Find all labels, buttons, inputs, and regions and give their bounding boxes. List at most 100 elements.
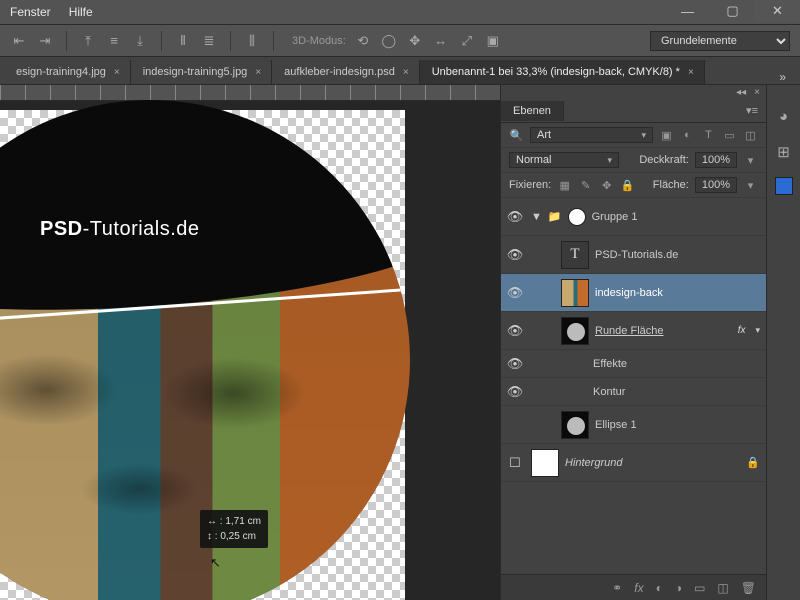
- layer-name[interactable]: Gruppe 1: [592, 211, 760, 223]
- align-vcenter-icon[interactable]: ≡: [105, 32, 123, 50]
- mask-thumb[interactable]: [568, 208, 586, 226]
- adjust-icon[interactable]: ◑: [675, 581, 682, 595]
- opacity-input[interactable]: 100%: [695, 152, 737, 168]
- ruler-horizontal: [0, 85, 500, 101]
- 3d-roll-icon[interactable]: ◯: [380, 32, 398, 50]
- maximize-button[interactable]: ▢: [710, 0, 755, 22]
- layer-name[interactable]: Hintergrund: [565, 457, 740, 469]
- layers-footer: ⚭ fx ◐ ◑ ▭ ◫ 🗑: [501, 574, 766, 600]
- panel-menu-icon[interactable]: ▾≡: [738, 104, 766, 117]
- panel-tab-ebenen[interactable]: Ebenen: [501, 101, 564, 121]
- close-icon[interactable]: ×: [688, 67, 694, 78]
- layers-panel: ◂◂ × Ebenen ▾≡ 🔍 Art ▣ ◐ T ▭ ◫ Normal Dec…: [500, 85, 766, 600]
- close-icon[interactable]: ×: [403, 67, 409, 78]
- chevron-down-icon[interactable]: ▾: [743, 178, 758, 193]
- lock-pixels-icon[interactable]: ✎: [578, 178, 593, 193]
- layer-thumb[interactable]: [561, 411, 589, 439]
- adjustments-icon[interactable]: ⊞: [773, 141, 795, 163]
- lock-all-icon[interactable]: 🔒: [620, 178, 635, 193]
- panel-close-icon[interactable]: ×: [754, 87, 760, 98]
- trash-icon[interactable]: 🗑: [741, 581, 756, 595]
- 3d-slide-icon[interactable]: ↔: [432, 32, 450, 50]
- fill-label: Fläche:: [653, 179, 689, 191]
- 3d-scale-icon[interactable]: ⤢: [458, 32, 476, 50]
- chevron-down-icon[interactable]: ▾: [743, 153, 758, 168]
- window-controls: — ▢ ✕: [665, 0, 800, 22]
- fx-icon[interactable]: fx: [634, 581, 643, 595]
- filter-text-icon[interactable]: T: [701, 128, 716, 143]
- filter-shape-icon[interactable]: ▭: [722, 128, 737, 143]
- layer-ellipse[interactable]: Ellipse 1: [501, 406, 766, 444]
- layer-effects[interactable]: 👁 Effekte: [501, 350, 766, 378]
- minimize-button[interactable]: —: [665, 0, 710, 22]
- mode3d-label: 3D-Modus:: [292, 35, 346, 47]
- 3d-rotate-icon[interactable]: ⟲: [354, 32, 372, 50]
- filter-adjust-icon[interactable]: ◐: [680, 128, 695, 143]
- tab-training4[interactable]: esign-training4.jpg×: [4, 60, 131, 84]
- layer-group[interactable]: 👁 ▼ 📁 Gruppe 1: [501, 198, 766, 236]
- tab-training5[interactable]: indesign-training5.jpg×: [131, 60, 272, 84]
- layer-thumb[interactable]: [561, 317, 589, 345]
- align-left-icon[interactable]: ⇤: [10, 32, 28, 50]
- canvas[interactable]: PSD-Tutorials.de ↔ : 1,71 cm↕ : 0,25 cm …: [0, 85, 500, 600]
- visibility-icon[interactable]: ☐: [505, 455, 525, 471]
- distribute-spacing-icon[interactable]: ⫼: [243, 32, 261, 50]
- visibility-icon[interactable]: 👁: [505, 384, 525, 400]
- distribute-h-icon[interactable]: ⫴: [174, 32, 192, 50]
- disclosure-icon[interactable]: ▼: [531, 211, 542, 223]
- layer-runde-flaeche[interactable]: 👁 Runde Fläche fx ▾: [501, 312, 766, 350]
- lock-icon[interactable]: 🔒: [746, 456, 760, 469]
- opacity-label: Deckkraft:: [639, 154, 689, 166]
- layer-thumb[interactable]: [561, 279, 589, 307]
- menu-fenster[interactable]: Fenster: [10, 5, 51, 19]
- lock-position-icon[interactable]: ✥: [599, 178, 614, 193]
- collapse-icon[interactable]: ◂◂: [736, 87, 746, 98]
- layer-thumb[interactable]: [531, 449, 559, 477]
- layer-list: 👁 ▼ 📁 Gruppe 1 👁 T PSD-Tutorials.de 👁: [501, 198, 766, 574]
- close-icon[interactable]: ×: [255, 67, 261, 78]
- layer-indesign-back[interactable]: 👁 indesign-back: [501, 274, 766, 312]
- visibility-icon[interactable]: 👁: [505, 247, 525, 263]
- distribute-v-icon[interactable]: ≣: [200, 32, 218, 50]
- layer-name[interactable]: PSD-Tutorials.de: [595, 249, 760, 261]
- close-icon[interactable]: ×: [114, 67, 120, 78]
- visibility-icon[interactable]: 👁: [505, 285, 525, 301]
- lock-transparent-icon[interactable]: ▦: [557, 178, 572, 193]
- tabs-overflow[interactable]: »: [765, 70, 800, 84]
- align-bottom-icon[interactable]: ⤓: [131, 32, 149, 50]
- close-button[interactable]: ✕: [755, 0, 800, 22]
- layer-name[interactable]: Ellipse 1: [595, 419, 760, 431]
- swatch-icon[interactable]: [775, 177, 793, 195]
- visibility-icon[interactable]: 👁: [505, 356, 525, 372]
- search-icon[interactable]: 🔍: [509, 128, 524, 143]
- fx-badge[interactable]: fx: [738, 325, 746, 336]
- folder-icon: 📁: [548, 210, 562, 223]
- mask-icon[interactable]: ◐: [656, 581, 663, 595]
- align-right-icon[interactable]: ⇥: [36, 32, 54, 50]
- tab-unbenannt[interactable]: Unbenannt-1 bei 33,3% (indesign-back, CM…: [420, 60, 705, 84]
- menu-hilfe[interactable]: Hilfe: [69, 5, 93, 19]
- group-icon[interactable]: ▭: [694, 581, 705, 595]
- visibility-icon[interactable]: 👁: [505, 209, 525, 225]
- layer-name[interactable]: indesign-back: [595, 287, 760, 299]
- document-tabs: esign-training4.jpg× indesign-training5.…: [0, 57, 800, 85]
- layer-background[interactable]: ☐ Hintergrund 🔒: [501, 444, 766, 482]
- align-top-icon[interactable]: ⤒: [79, 32, 97, 50]
- link-layers-icon[interactable]: ⚭: [612, 581, 622, 595]
- 3d-pan-icon[interactable]: ✥: [406, 32, 424, 50]
- workspace-preset[interactable]: Grundelemente: [650, 31, 790, 51]
- layer-name[interactable]: Runde Fläche: [595, 325, 732, 337]
- fill-input[interactable]: 100%: [695, 177, 737, 193]
- filter-kind-dropdown[interactable]: Art: [530, 127, 653, 143]
- filter-image-icon[interactable]: ▣: [659, 128, 674, 143]
- layer-stroke[interactable]: 👁 Kontur: [501, 378, 766, 406]
- 3d-camera-icon[interactable]: ▣: [484, 32, 502, 50]
- chevron-down-icon[interactable]: ▾: [755, 325, 760, 336]
- new-layer-icon[interactable]: ◫: [717, 581, 728, 595]
- color-wheel-icon[interactable]: ◕: [773, 105, 795, 127]
- blend-mode-dropdown[interactable]: Normal: [509, 152, 619, 168]
- tab-aufkleber[interactable]: aufkleber-indesign.psd×: [272, 60, 420, 84]
- filter-smart-icon[interactable]: ◫: [743, 128, 758, 143]
- visibility-icon[interactable]: 👁: [505, 323, 525, 339]
- layer-text[interactable]: 👁 T PSD-Tutorials.de: [501, 236, 766, 274]
